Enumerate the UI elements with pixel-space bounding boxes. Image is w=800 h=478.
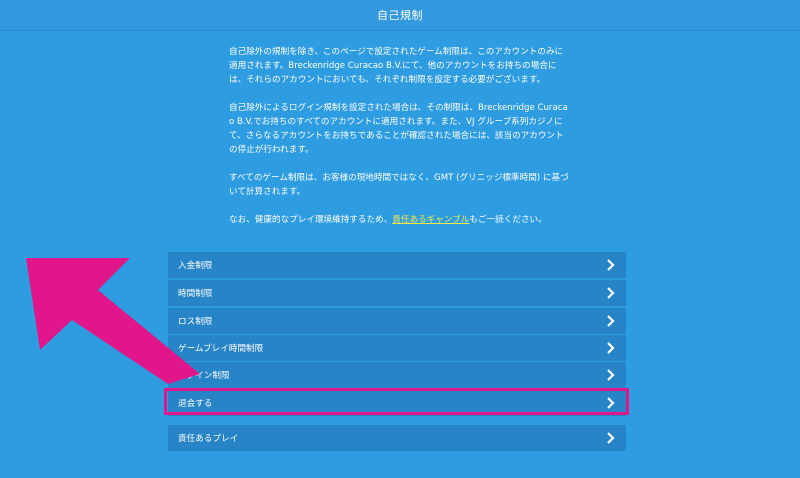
chevron-right-icon xyxy=(604,259,616,271)
chevron-right-icon xyxy=(604,432,616,444)
menu-item-label: 責任あるプレイ xyxy=(178,434,239,444)
chevron-right-icon xyxy=(604,315,616,327)
intro-paragraph-4: なお、健康的なプレイ環境維持するため、責任あるギャンブルもご一読ください。 xyxy=(229,213,571,227)
menu-item-label: ロス制限 xyxy=(178,317,213,327)
menu-item-responsible-play[interactable]: 責任あるプレイ xyxy=(168,425,626,451)
responsible-gambling-link[interactable]: 責任あるギャンブル xyxy=(392,215,469,225)
menu-item-gameplay-time-limit[interactable]: ゲームプレイ時間制限 xyxy=(168,335,626,361)
menu-item-loss-limit[interactable]: ロス制限 xyxy=(168,308,626,334)
chevron-right-icon xyxy=(604,287,616,299)
header-bar: 自己規制 xyxy=(0,0,800,31)
page-title: 自己規制 xyxy=(377,9,423,22)
menu-item-close-account[interactable]: 退会する xyxy=(168,390,626,416)
menu-item-label: 入金制限 xyxy=(178,261,213,271)
menu-item-deposit-limit[interactable]: 入金制限 xyxy=(168,252,626,278)
menu-item-label: ログイン制限 xyxy=(178,371,230,381)
chevron-right-icon xyxy=(604,397,616,409)
intro-paragraph-4-prefix: なお、健康的なプレイ環境維持するため、 xyxy=(229,215,393,225)
menu-item-login-limit[interactable]: ログイン制限 xyxy=(168,362,626,388)
menu-item-label: ゲームプレイ時間制限 xyxy=(178,344,264,354)
intro-paragraph-4-suffix: もご一読ください。 xyxy=(469,215,547,225)
menu-item-label: 退会する xyxy=(178,399,213,409)
menu-item-label: 時間制限 xyxy=(178,289,213,299)
chevron-right-icon xyxy=(604,369,616,381)
menu-item-time-limit[interactable]: 時間制限 xyxy=(168,280,626,306)
intro-paragraph-2: 自己除外によるログイン規制を設定された場合は、その制限は、Breckenridg… xyxy=(229,103,568,155)
intro-text: 自己除外の規制を除き、このページで設定されたゲーム制限は、このアカウントのみに適… xyxy=(229,45,571,241)
chevron-right-icon xyxy=(604,342,616,354)
intro-paragraph-3: すべてのゲーム制限は、お客様の現地時間ではなく、GMT (グリニッジ標準時間) … xyxy=(229,173,569,197)
intro-paragraph-1: 自己除外の規制を除き、このページで設定されたゲーム制限は、このアカウントのみに適… xyxy=(229,47,564,85)
